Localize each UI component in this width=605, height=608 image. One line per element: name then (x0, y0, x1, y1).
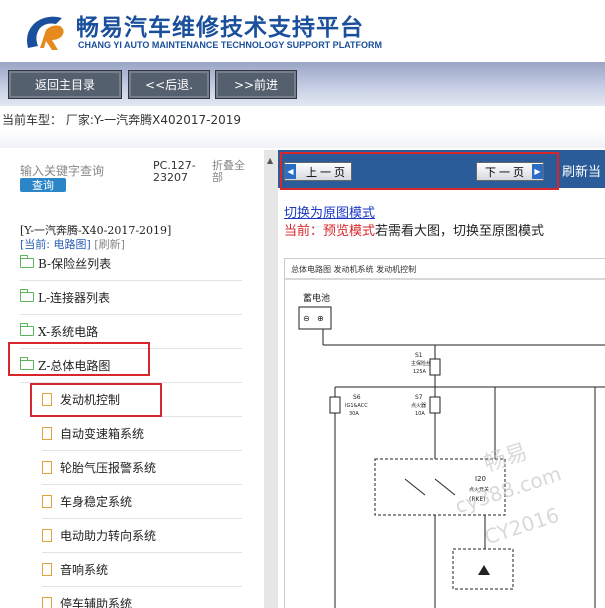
highlight-box-folder (8, 342, 150, 376)
scroll-up-icon[interactable]: ▲ (267, 156, 273, 165)
battery-negative-icon: ⊖ (303, 314, 310, 323)
tree-item-stability[interactable]: 车身稳定系统 (42, 484, 242, 519)
home-button[interactable]: 返回主目录 (8, 70, 122, 99)
fuse-s6-amp: 30A (349, 411, 359, 417)
highlight-box-pager (280, 152, 559, 190)
tree-item-auto-transmission[interactable]: 自动变速箱系统 (42, 416, 242, 451)
highlight-box-item (30, 383, 162, 417)
mode-status: 当前：预览模式若需看大图，切换至原图模式 (284, 220, 544, 239)
folder-icon (19, 323, 34, 336)
forward-button[interactable]: >>前进 (215, 70, 297, 99)
tree-item-audio[interactable]: 音响系统 (42, 552, 242, 587)
tree-item-label: 车身稳定系统 (60, 494, 133, 509)
brand-logo (27, 16, 64, 50)
nav-bar: 返回主目录 <<后退. >>前进 (0, 62, 605, 106)
refresh-current-link[interactable]: 刷新当 (562, 161, 601, 180)
folder-icon (19, 255, 34, 268)
fuse-s7-label: S7 (415, 394, 423, 401)
collapse-all-link[interactable]: 折叠全部 (212, 160, 252, 184)
fuse-s6-label: S6 (353, 394, 361, 401)
separator-band (0, 130, 605, 148)
panel-divider-scrollbar[interactable]: ▲ (264, 150, 278, 608)
circuit-diagram[interactable]: 总体电路图 发动机系统 发动机控制 蓄电池 ⊖ ⊕ S1 主保险丝 125A S… (284, 258, 605, 608)
switch-original-mode-link[interactable]: 切换为原图模式 (284, 202, 375, 221)
right-panel: ◀ 上一页 下一页 ▶ 刷新当 切换为原图模式 当前：预览模式若需看大图，切换至… (278, 150, 605, 608)
fuse-s7-name: 点火器 (411, 403, 426, 409)
fuse-s1-label: S1 (415, 352, 423, 359)
tree-item-tire-pressure[interactable]: 轮胎气压报警系统 (42, 450, 242, 485)
fuse-s1-amp: 125A (413, 369, 427, 375)
fuse-s1-name: 主保险丝 (411, 360, 431, 367)
tree-folder-connector-list[interactable]: L-连接器列表 (19, 280, 242, 315)
fuse-s6-name: IG1&ACC (345, 403, 368, 409)
tree-item-label: 自动变速箱系统 (60, 426, 145, 441)
tree-folder-fuse-list[interactable]: B-保险丝列表 (19, 246, 242, 281)
page-icon (42, 562, 52, 576)
tree-item-label: L-连接器列表 (38, 290, 111, 305)
tree-item-label: 停车辅助系统 (60, 596, 133, 608)
mode-name: 预览模式 (323, 224, 376, 239)
page-icon (42, 460, 52, 474)
battery-label: 蓄电池 (303, 292, 330, 304)
ignition-switch-id: I20 (475, 475, 486, 483)
fuse-s7-amp: 10A (415, 411, 425, 417)
tree-item-label: 电动助力转向系统 (60, 528, 157, 543)
page-icon (42, 596, 52, 608)
page-icon (42, 426, 52, 440)
current-vehicle: 当前车型： 厂家:Y-一汽奔腾X402017-2019 (2, 113, 241, 127)
tree-item-label: X-系统电路 (38, 324, 99, 339)
tree-item-power-steering[interactable]: 电动助力转向系统 (42, 518, 242, 553)
search-button[interactable]: 查询 (20, 178, 66, 192)
header: 畅易汽车维修技术支持平台 CHANG YI AUTO MAINTENANCE T… (0, 0, 605, 60)
brand-subtitle: CHANG YI AUTO MAINTENANCE TECHNOLOGY SUP… (78, 40, 383, 50)
left-panel: 输入关键字查询 查询 PC.127-23207 折叠全部 [Y-一汽奔腾-X40… (0, 150, 264, 608)
page-icon (42, 528, 52, 542)
tree-item-label: B-保险丝列表 (38, 256, 112, 271)
tree-item-parking-assist[interactable]: 停车辅助系统 (42, 586, 242, 608)
pc-code: PC.127-23207 (153, 159, 196, 184)
brand-title: 畅易汽车维修技术支持平台 (76, 15, 364, 41)
battery-positive-icon: ⊕ (317, 314, 324, 323)
mode-current-label: 当前： (284, 224, 324, 239)
page-icon (42, 494, 52, 508)
diagram-breadcrumb: 总体电路图 发动机系统 发动机控制 (291, 264, 416, 274)
tree-item-label: 轮胎气压报警系统 (60, 460, 157, 475)
mode-hint: 若需看大图，切换至原图模式 (375, 224, 545, 239)
tree-item-label: 音响系统 (60, 562, 109, 577)
folder-icon (19, 289, 34, 302)
back-button[interactable]: <<后退. (128, 70, 210, 99)
